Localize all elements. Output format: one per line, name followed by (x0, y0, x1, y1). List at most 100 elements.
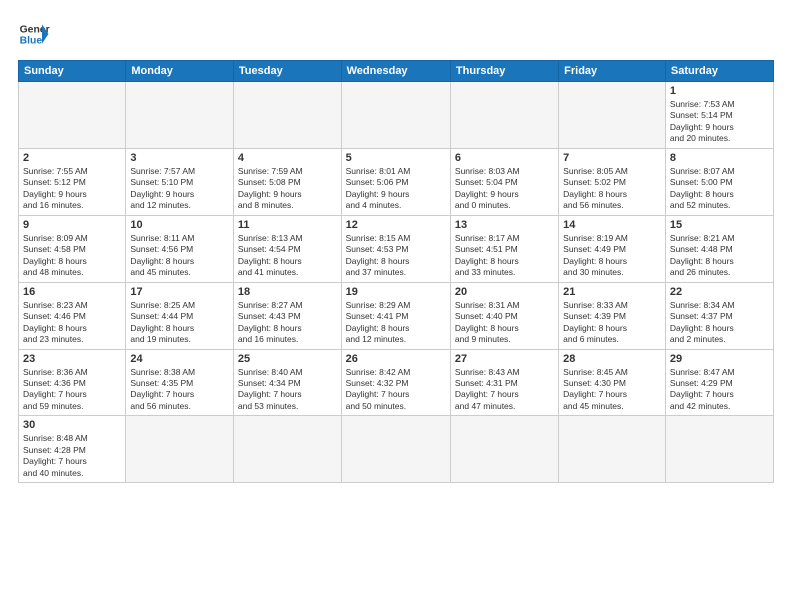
day-cell: 26 Sunrise: 8:42 AMSunset: 4:32 PMDayligh… (341, 349, 450, 416)
day-cell: 4 Sunrise: 7:59 AMSunset: 5:08 PMDaylight… (233, 148, 341, 215)
day-info: Sunrise: 8:36 AMSunset: 4:36 PMDaylight:… (23, 367, 121, 413)
day-cell: 14Sunrise: 8:19 AMSunset: 4:49 PMDayligh… (559, 215, 666, 282)
day-cell: 24Sunrise: 8:38 AMSunset: 4:35 PMDayligh… (126, 349, 234, 416)
day-info: Sunrise: 8:23 AMSunset: 4:46 PMDaylight:… (23, 300, 121, 346)
day-cell (233, 82, 341, 149)
day-info: Sunrise: 8:33 AMSunset: 4:39 PMDaylight:… (563, 300, 661, 346)
day-info: Sunrise: 8:27 AMSunset: 4:43 PMDaylight:… (238, 300, 337, 346)
day-info: Sunrise: 8:09 AMSunset: 4:58 PMDaylight:… (23, 233, 121, 279)
week-row-5: 23Sunrise: 8:36 AMSunset: 4:36 PMDayligh… (19, 349, 774, 416)
day-info: Sunrise: 8:40 AMSunset: 4:34 PMDaylight:… (238, 367, 337, 413)
day-info: Sunrise: 7:55 AMSunset: 5:12 PMDaylight:… (23, 166, 121, 212)
day-info: Sunrise: 8:01 AMSunset: 5:06 PMDaylight:… (346, 166, 446, 212)
day-cell: 17 Sunrise: 8:25 AMSunset: 4:44 PMDayligh… (126, 282, 234, 349)
day-number: 24 (130, 353, 229, 365)
weekday-header-tuesday: Tuesday (233, 61, 341, 82)
day-cell (341, 82, 450, 149)
header: General Blue (18, 18, 774, 50)
day-info: Sunrise: 8:17 AMSunset: 4:51 PMDaylight:… (455, 233, 554, 279)
day-info: Sunrise: 8:21 AMSunset: 4:48 PMDaylight:… (670, 233, 769, 279)
day-number: 22 (670, 286, 769, 298)
day-cell (450, 416, 558, 483)
day-info: Sunrise: 8:05 AMSunset: 5:02 PMDaylight:… (563, 166, 661, 212)
calendar: SundayMondayTuesdayWednesdayThursdayFrid… (18, 60, 774, 483)
weekday-header-wednesday: Wednesday (341, 61, 450, 82)
day-cell: 30 Sunrise: 8:48 AMSunset: 4:28 PMDayligh… (19, 416, 126, 483)
day-cell (233, 416, 341, 483)
day-info: Sunrise: 8:43 AMSunset: 4:31 PMDaylight:… (455, 367, 554, 413)
day-number: 8 (670, 152, 769, 164)
day-cell (665, 416, 773, 483)
day-number: 5 (346, 152, 446, 164)
day-cell (126, 416, 234, 483)
day-number: 29 (670, 353, 769, 365)
day-info: Sunrise: 8:25 AMSunset: 4:44 PMDaylight:… (130, 300, 229, 346)
day-number: 12 (346, 219, 446, 231)
weekday-header-monday: Monday (126, 61, 234, 82)
day-cell (559, 82, 666, 149)
day-number: 15 (670, 219, 769, 231)
weekday-header-sunday: Sunday (19, 61, 126, 82)
day-number: 4 (238, 152, 337, 164)
day-number: 18 (238, 286, 337, 298)
weekday-header-row: SundayMondayTuesdayWednesdayThursdayFrid… (19, 61, 774, 82)
day-number: 25 (238, 353, 337, 365)
day-number: 30 (23, 419, 121, 431)
day-cell (559, 416, 666, 483)
day-cell: 19Sunrise: 8:29 AMSunset: 4:41 PMDayligh… (341, 282, 450, 349)
day-cell: 27 Sunrise: 8:43 AMSunset: 4:31 PMDayligh… (450, 349, 558, 416)
day-number: 3 (130, 152, 229, 164)
day-cell: 22Sunrise: 8:34 AMSunset: 4:37 PMDayligh… (665, 282, 773, 349)
day-number: 20 (455, 286, 554, 298)
day-cell: 8Sunrise: 8:07 AMSunset: 5:00 PMDaylight… (665, 148, 773, 215)
day-number: 6 (455, 152, 554, 164)
day-number: 10 (130, 219, 229, 231)
day-number: 7 (563, 152, 661, 164)
week-row-6: 30 Sunrise: 8:48 AMSunset: 4:28 PMDayligh… (19, 416, 774, 483)
day-cell: 13 Sunrise: 8:17 AMSunset: 4:51 PMDayligh… (450, 215, 558, 282)
logo-icon: General Blue (18, 18, 50, 50)
day-info: Sunrise: 7:59 AMSunset: 5:08 PMDaylight:… (238, 166, 337, 212)
day-info: Sunrise: 8:11 AMSunset: 4:56 PMDaylight:… (130, 233, 229, 279)
day-info: Sunrise: 8:31 AMSunset: 4:40 PMDaylight:… (455, 300, 554, 346)
day-cell: 3 Sunrise: 7:57 AMSunset: 5:10 PMDaylight… (126, 148, 234, 215)
day-cell: 21 Sunrise: 8:33 AMSunset: 4:39 PMDayligh… (559, 282, 666, 349)
day-cell: 28Sunrise: 8:45 AMSunset: 4:30 PMDayligh… (559, 349, 666, 416)
day-cell: 16Sunrise: 8:23 AMSunset: 4:46 PMDayligh… (19, 282, 126, 349)
day-cell (126, 82, 234, 149)
day-number: 11 (238, 219, 337, 231)
day-number: 13 (455, 219, 554, 231)
day-cell: 5 Sunrise: 8:01 AMSunset: 5:06 PMDaylight… (341, 148, 450, 215)
day-number: 21 (563, 286, 661, 298)
svg-text:Blue: Blue (20, 36, 43, 47)
day-cell: 1Sunrise: 7:53 AMSunset: 5:14 PMDaylight… (665, 82, 773, 149)
day-number: 26 (346, 353, 446, 365)
day-cell: 29 Sunrise: 8:47 AMSunset: 4:29 PMDayligh… (665, 349, 773, 416)
week-row-2: 2Sunrise: 7:55 AMSunset: 5:12 PMDaylight… (19, 148, 774, 215)
day-cell: 11 Sunrise: 8:13 AMSunset: 4:54 PMDayligh… (233, 215, 341, 282)
day-number: 9 (23, 219, 121, 231)
day-cell: 12Sunrise: 8:15 AMSunset: 4:53 PMDayligh… (341, 215, 450, 282)
day-number: 27 (455, 353, 554, 365)
day-cell (19, 82, 126, 149)
logo: General Blue (18, 18, 50, 50)
day-info: Sunrise: 8:13 AMSunset: 4:54 PMDaylight:… (238, 233, 337, 279)
day-cell (450, 82, 558, 149)
day-number: 19 (346, 286, 446, 298)
day-cell: 7 Sunrise: 8:05 AMSunset: 5:02 PMDaylight… (559, 148, 666, 215)
day-cell: 25 Sunrise: 8:40 AMSunset: 4:34 PMDayligh… (233, 349, 341, 416)
day-info: Sunrise: 8:48 AMSunset: 4:28 PMDaylight:… (23, 433, 121, 479)
weekday-header-thursday: Thursday (450, 61, 558, 82)
day-number: 17 (130, 286, 229, 298)
day-cell: 10 Sunrise: 8:11 AMSunset: 4:56 PMDayligh… (126, 215, 234, 282)
weekday-header-friday: Friday (559, 61, 666, 82)
day-info: Sunrise: 8:45 AMSunset: 4:30 PMDaylight:… (563, 367, 661, 413)
day-cell: 20 Sunrise: 8:31 AMSunset: 4:40 PMDayligh… (450, 282, 558, 349)
day-info: Sunrise: 7:57 AMSunset: 5:10 PMDaylight:… (130, 166, 229, 212)
day-cell: 6Sunrise: 8:03 AMSunset: 5:04 PMDaylight… (450, 148, 558, 215)
day-info: Sunrise: 8:42 AMSunset: 4:32 PMDaylight:… (346, 367, 446, 413)
day-cell: 2Sunrise: 7:55 AMSunset: 5:12 PMDaylight… (19, 148, 126, 215)
day-info: Sunrise: 7:53 AMSunset: 5:14 PMDaylight:… (670, 99, 769, 145)
weekday-header-saturday: Saturday (665, 61, 773, 82)
day-info: Sunrise: 8:47 AMSunset: 4:29 PMDaylight:… (670, 367, 769, 413)
